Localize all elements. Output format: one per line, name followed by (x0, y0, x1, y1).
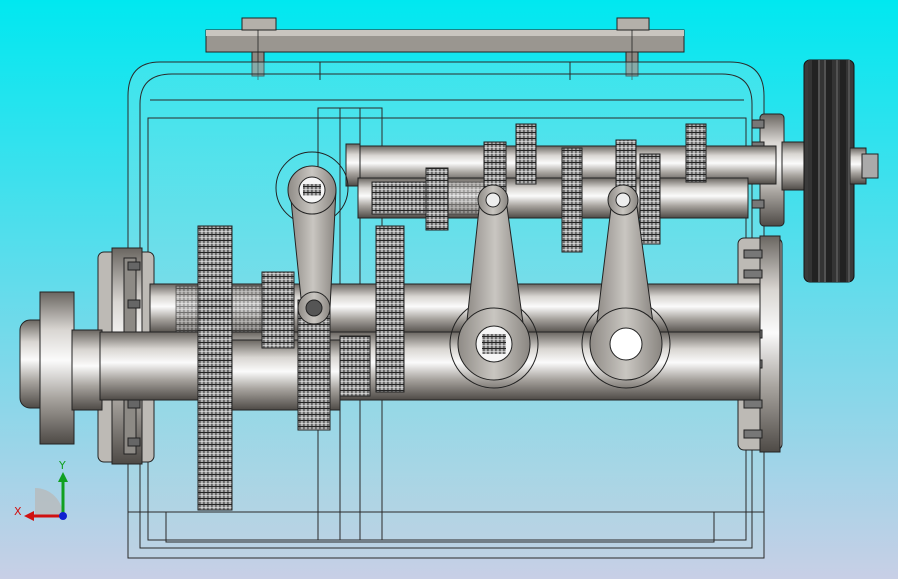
axis-triad: X Y (14, 459, 68, 521)
gear-large-left (197, 225, 233, 511)
hex-bolt-right (616, 17, 650, 31)
x-axis-label: X (14, 505, 22, 518)
spline-shaft-upper (357, 177, 749, 219)
z-axis-dot (59, 512, 67, 520)
pulley-nut (861, 153, 879, 179)
cad-viewport[interactable] (0, 0, 898, 579)
hex-bolt-left (241, 17, 277, 31)
x-axis-arrowhead (24, 511, 34, 521)
y-axis-arrowhead (58, 472, 68, 482)
triad-quarter-disc (35, 488, 63, 516)
middle-shaft (149, 283, 761, 335)
y-axis-label: Y (58, 459, 66, 472)
